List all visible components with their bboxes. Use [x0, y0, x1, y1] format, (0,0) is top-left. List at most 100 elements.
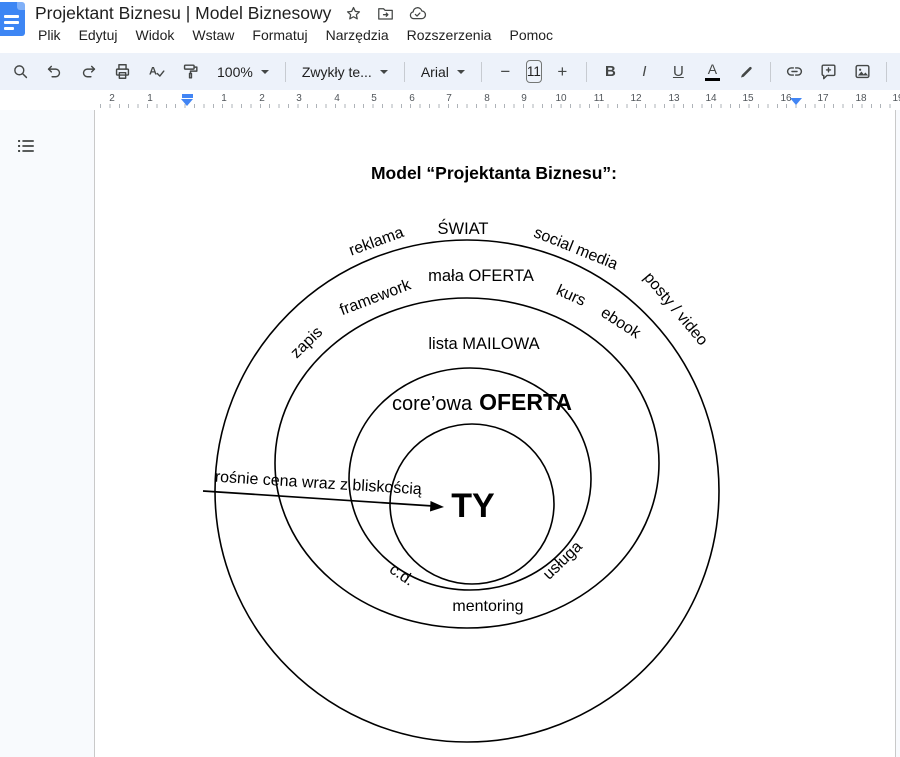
label-framework: framework: [337, 276, 414, 319]
label-ty: TY: [451, 487, 495, 525]
right-indent-marker[interactable]: [790, 98, 802, 105]
business-model-drawing[interactable]: Model “Projektanta Biznesu”: reklama ŚWI…: [0, 110, 900, 757]
ruler-number: 11: [594, 93, 604, 104]
font-size-decrease-button[interactable]: −: [492, 58, 519, 85]
ruler-number: 14: [705, 93, 716, 104]
text-color-button[interactable]: A: [699, 58, 726, 85]
google-docs-window: Projektant Biznesu | Model Biznesowy Pli…: [0, 0, 900, 757]
svg-text:A: A: [149, 65, 157, 77]
chevron-down-icon: [261, 70, 269, 74]
font-size-input[interactable]: 11: [526, 60, 542, 83]
ruler-number: 7: [446, 93, 452, 104]
move-to-folder-icon[interactable]: [376, 4, 395, 23]
label-mala-oferta: mała OFERTA: [428, 267, 534, 285]
ruler-number: 2: [109, 93, 115, 104]
italic-button[interactable]: I: [631, 58, 658, 85]
menu-bar: Plik Edytuj Widok Wstaw Formatuj Narzędz…: [29, 24, 562, 46]
label-coreowa-oferta: core’owaOFERTA: [392, 389, 572, 415]
spellcheck-button[interactable]: A: [143, 58, 170, 85]
label-lista-mailowa: lista MAILOWA: [428, 335, 539, 353]
horizontal-ruler[interactable]: 2 1 1 2 3 4 5 6 7 8 9 10 11 12 13 14 15 …: [0, 93, 900, 110]
font-size-increase-button[interactable]: +: [549, 58, 576, 85]
menu-wstaw[interactable]: Wstaw: [183, 25, 243, 45]
menu-narzedzia[interactable]: Narzędzia: [317, 25, 398, 45]
paragraph-style-select[interactable]: Zwykły te...: [296, 58, 394, 85]
ruler-number: 12: [630, 93, 641, 104]
ruler-number: 4: [334, 93, 340, 104]
ruler-number: 1: [221, 93, 227, 104]
font-family-select[interactable]: Arial: [415, 58, 471, 85]
toolbar-divider: [586, 62, 587, 82]
menu-widok[interactable]: Widok: [126, 25, 183, 45]
cloud-saved-icon[interactable]: [408, 4, 427, 23]
zoom-select[interactable]: 100%: [211, 58, 275, 85]
top-bar: Projektant Biznesu | Model Biznesowy Pli…: [0, 0, 900, 53]
undo-icon: [45, 62, 64, 81]
text-color-icon: A: [705, 62, 720, 81]
ruler-number: 6: [409, 93, 415, 104]
menu-pomoc[interactable]: Pomoc: [500, 25, 562, 45]
print-button[interactable]: [109, 58, 136, 85]
redo-button[interactable]: [75, 58, 102, 85]
label-mentoring: mentoring: [452, 598, 523, 615]
document-title-input[interactable]: Projektant Biznesu | Model Biznesowy: [35, 3, 331, 24]
label-usluga: usługa: [540, 538, 586, 583]
toolbar: A 100% Zwykły te... Arial − 11 + B I U: [0, 53, 900, 90]
ruler-number: 2: [259, 93, 265, 104]
print-icon: [113, 62, 132, 81]
ruler-number: 5: [371, 93, 377, 104]
toolbar-divider: [770, 62, 771, 82]
label-cd: c.d.: [386, 561, 417, 590]
insert-image-button[interactable]: [849, 58, 876, 85]
label-ebook: ebook: [598, 304, 645, 343]
comment-plus-icon: [819, 62, 838, 81]
highlight-color-button[interactable]: [733, 58, 760, 85]
paint-roller-icon: [181, 62, 200, 81]
price-arrow-head: [430, 501, 444, 512]
document-area: Model “Projektanta Biznesu”: reklama ŚWI…: [0, 110, 900, 757]
chevron-down-icon: [457, 70, 465, 74]
star-icon[interactable]: [344, 4, 363, 23]
toolbar-divider: [886, 62, 887, 82]
menu-rozszerzenia[interactable]: Rozszerzenia: [398, 25, 501, 45]
toolbar-divider: [285, 62, 286, 82]
ruler-number: 17: [817, 93, 828, 104]
insert-link-button[interactable]: [781, 58, 808, 85]
paint-format-button[interactable]: [177, 58, 204, 85]
ruler-number: 19: [892, 93, 900, 104]
ruler-number: 1: [147, 93, 153, 104]
menu-plik[interactable]: Plik: [29, 25, 70, 45]
ruler-number: 3: [296, 93, 302, 104]
menu-formatuj[interactable]: Formatuj: [243, 25, 316, 45]
highlighter-icon: [737, 62, 756, 81]
add-comment-button[interactable]: [815, 58, 842, 85]
search-icon: [11, 62, 30, 81]
ruler-ticks: [100, 104, 898, 108]
label-reklama: reklama: [347, 224, 406, 259]
ruler-number: 10: [555, 93, 566, 104]
search-button[interactable]: [7, 58, 34, 85]
ruler-number: 13: [668, 93, 679, 104]
menu-edytuj[interactable]: Edytuj: [70, 25, 127, 45]
toolbar-divider: [404, 62, 405, 82]
link-icon: [785, 62, 804, 81]
ruler-number: 18: [855, 93, 866, 104]
label-posty-video: posty / video: [640, 269, 711, 349]
spellcheck-icon: A: [147, 62, 166, 81]
ruler-number: 8: [484, 93, 490, 104]
underline-button[interactable]: U: [665, 58, 692, 85]
redo-icon: [79, 62, 98, 81]
image-icon: [853, 62, 872, 81]
toolbar-divider: [481, 62, 482, 82]
label-kurs: kurs: [554, 282, 589, 310]
doc-heading[interactable]: Model “Projektanta Biznesu”:: [371, 163, 617, 183]
bold-button[interactable]: B: [597, 58, 624, 85]
label-swiat: ŚWIAT: [437, 219, 488, 238]
left-indent-marker[interactable]: [181, 94, 193, 108]
ruler-number: 15: [742, 93, 753, 104]
undo-button[interactable]: [41, 58, 68, 85]
label-social-media: social media: [531, 224, 620, 273]
ruler-number: 9: [521, 93, 527, 104]
google-docs-icon[interactable]: [0, 2, 25, 36]
chevron-down-icon: [380, 70, 388, 74]
